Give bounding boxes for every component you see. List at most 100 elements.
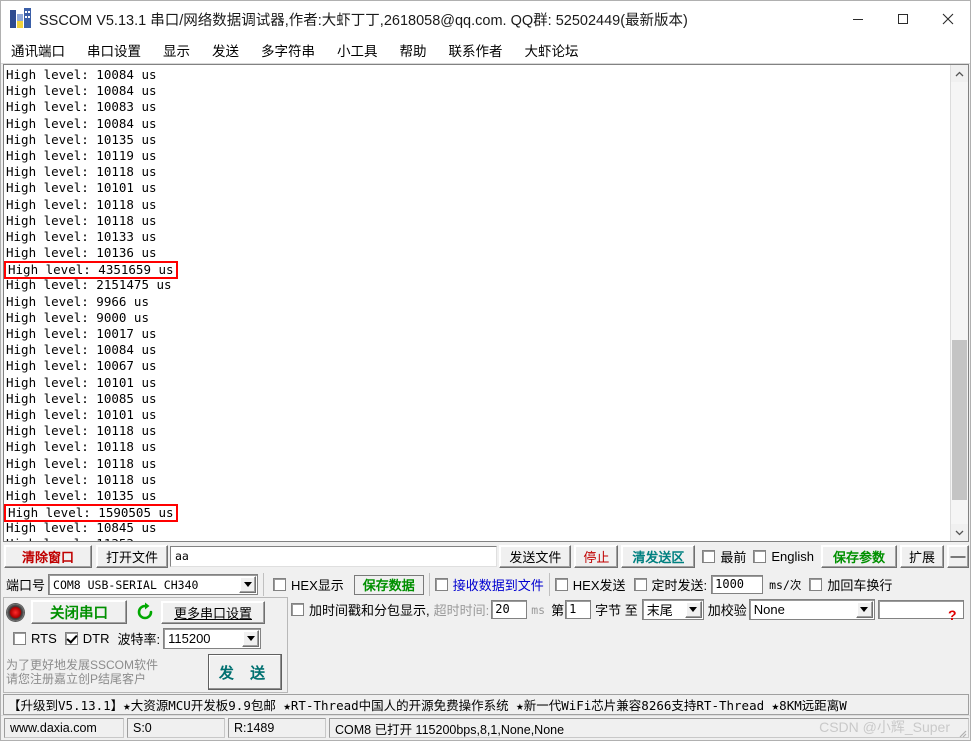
collapse-button[interactable]: —	[947, 545, 969, 568]
timestamp-pack-label: 加时间戳和分包显示,	[309, 603, 430, 618]
receive-line: High level: 10119 us	[6, 147, 157, 163]
hex-send-checkbox[interactable]	[554, 578, 568, 591]
english-checkbox-row[interactable]: English	[753, 549, 814, 564]
topmost-checkbox-row[interactable]: 最前	[702, 547, 746, 566]
receive-line: High level: 10101 us	[6, 374, 157, 390]
open-file-button[interactable]: 打开文件	[96, 545, 168, 568]
scroll-up-icon[interactable]	[951, 65, 968, 82]
window-controls	[835, 1, 970, 37]
menu-item-multi-string[interactable]: 多字符串	[261, 40, 315, 60]
menu-item-serial-settings[interactable]: 串口设置	[87, 40, 141, 60]
byte-range-label: 字节 至	[595, 603, 638, 618]
receive-line: High level: 10118 us	[6, 423, 157, 439]
receive-line: High level: 10101 us	[6, 406, 157, 422]
timed-send-label: 定时发送:	[651, 578, 708, 593]
recv-to-file-checkbox[interactable]	[434, 578, 448, 591]
close-button[interactable]	[925, 1, 970, 37]
chevron-down-icon[interactable]	[239, 576, 257, 593]
receive-line: High level: 10017 us	[6, 326, 157, 341]
receive-text-area[interactable]: High level: 10084 us High level: 10084 us…	[4, 65, 950, 541]
status-received-count: R:1489	[228, 718, 326, 738]
extend-button[interactable]: 扩展	[900, 545, 944, 568]
receive-line-highlighted: High level: 1590505 us	[4, 504, 950, 523]
english-checkbox[interactable]	[753, 550, 767, 563]
topmost-checkbox[interactable]	[702, 550, 716, 563]
menu-item-comm-port[interactable]: 通讯端口	[11, 40, 65, 60]
chevron-down-icon[interactable]	[855, 601, 873, 618]
status-bar: www.daxia.com S:0 R:1489 COM8 已打开 115200…	[1, 715, 970, 740]
menu-item-forum[interactable]: 大虾论坛	[525, 40, 579, 60]
hex-display-checkbox-row[interactable]: HEX显示	[273, 575, 344, 594]
byte-end-select[interactable]: 末尾	[641, 599, 704, 620]
checksum-select[interactable]: None	[748, 599, 875, 620]
menu-item-tools[interactable]: 小工具	[337, 40, 378, 60]
receive-line: High level: 10084 us	[6, 115, 157, 131]
checksum-value: None	[753, 602, 785, 617]
send-file-button[interactable]: 发送文件	[499, 545, 572, 568]
receive-scrollbar[interactable]	[950, 65, 968, 541]
recv-to-file-label: 接收数据到文件	[452, 578, 544, 593]
timestamp-pack-checkbox[interactable]	[291, 603, 304, 616]
receive-line: High level: 10085 us	[6, 390, 157, 406]
menu-item-display[interactable]: 显示	[163, 40, 190, 60]
port-select[interactable]: COM8 USB-SERIAL CH340	[48, 574, 259, 595]
menu-item-send[interactable]: 发送	[212, 40, 239, 60]
add-crlf-checkbox-row[interactable]: 加回车换行	[809, 575, 892, 594]
english-label: English	[771, 549, 814, 564]
receive-line-highlighted: High level: 4351659 us	[4, 261, 950, 280]
menu-item-contact-author[interactable]: 联系作者	[449, 40, 503, 60]
title-bar: SSCOM V5.13.1 串口/网络数据调试器,作者:大虾丁丁,2618058…	[1, 1, 970, 37]
receive-line: High level: 10135 us	[6, 131, 157, 147]
help-question-icon[interactable]: ?	[948, 607, 957, 623]
receive-line: High level: 10083 us	[6, 99, 157, 115]
maximize-button[interactable]	[880, 1, 925, 37]
receive-line: High level: 10118 us	[6, 439, 157, 455]
receive-line: High level: 10135 us	[6, 487, 157, 503]
byte-index-input[interactable]: 1	[565, 600, 592, 619]
receive-line: High level: 10133 us	[6, 228, 157, 244]
port-select-value: COM8 USB-SERIAL CH340	[53, 577, 199, 592]
receive-panel: High level: 10084 us High level: 10084 us…	[3, 64, 969, 542]
resize-grip-icon[interactable]	[955, 726, 967, 738]
hex-send-checkbox-row[interactable]: HEX发送	[554, 575, 626, 594]
checksum-label: 加校验	[707, 603, 747, 618]
receive-line: High level: 10118 us	[6, 471, 157, 487]
save-data-button[interactable]: 保存数据	[353, 574, 424, 595]
receive-line: High level: 2151475 us	[6, 277, 172, 293]
hex-display-checkbox[interactable]	[273, 578, 287, 591]
receive-line: High level: 9966 us	[6, 293, 149, 309]
menu-bar: 通讯端口 串口设置 显示 发送 多字符串 小工具 帮助 联系作者 大虾论坛	[1, 37, 970, 64]
clear-send-area-button[interactable]: 清发送区	[621, 545, 696, 568]
receive-line: High level: 9000 us	[6, 309, 149, 325]
receive-line: High level: 10118 us	[6, 212, 157, 228]
send-input[interactable]: aa	[170, 546, 498, 567]
timestamp-pack-checkbox-row[interactable]: 加时间戳和分包显示,	[291, 600, 430, 619]
promo-banner[interactable]: 【升级到V5.13.1】★大资源MCU开发板9.9包邮 ★RT-Thread中国…	[3, 694, 969, 715]
timeout-input[interactable]: 20	[491, 600, 528, 619]
add-crlf-checkbox[interactable]	[809, 578, 823, 591]
byte-end-value: 末尾	[646, 603, 673, 618]
minimize-button[interactable]	[835, 1, 880, 37]
recv-to-file-checkbox-row[interactable]: 接收数据到文件	[434, 575, 544, 594]
port-settings-row: 端口号 COM8 USB-SERIAL CH340 HEX显示 保存数据 接收数…	[3, 572, 969, 597]
timed-send-checkbox-row[interactable]: 定时发送:	[633, 575, 708, 594]
timed-send-interval-input[interactable]: 1000	[711, 575, 764, 594]
port-label: 端口号	[6, 578, 46, 593]
clear-window-button[interactable]: 清除窗口	[4, 545, 92, 568]
timed-send-checkbox[interactable]	[633, 578, 647, 591]
byte-prefix-label: 第	[551, 603, 565, 618]
port-group-frame	[3, 597, 288, 693]
scrollbar-thumb[interactable]	[952, 340, 967, 500]
scrollbar-track[interactable]	[951, 82, 968, 524]
save-params-button[interactable]: 保存参数	[821, 545, 897, 568]
stop-button[interactable]: 停止	[574, 545, 619, 568]
hex-display-label: HEX显示	[291, 578, 344, 593]
send-toolbar: 清除窗口 打开文件 aa 发送文件 停止 清发送区 最前 English 保存参…	[3, 544, 969, 569]
status-website[interactable]: www.daxia.com	[4, 718, 124, 738]
scroll-down-icon[interactable]	[951, 524, 968, 541]
ms-unit-label: ms/次	[769, 577, 802, 592]
menu-item-help[interactable]: 帮助	[400, 40, 427, 60]
chevron-down-icon[interactable]	[684, 601, 702, 618]
receive-line: High level: 10084 us	[6, 342, 157, 358]
receive-line: High level: 10136 us	[6, 245, 157, 261]
